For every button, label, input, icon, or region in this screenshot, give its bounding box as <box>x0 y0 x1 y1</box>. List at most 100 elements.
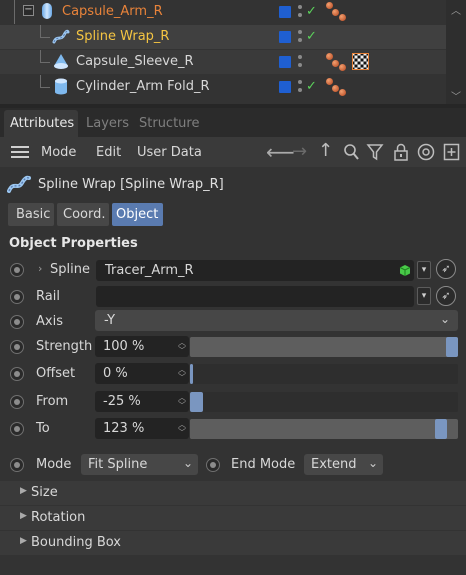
target-icon[interactable] <box>417 143 435 161</box>
enabled-check-icon[interactable]: ✓ <box>306 5 317 18</box>
menu-mode[interactable]: Mode <box>41 145 76 160</box>
material-tag-icon[interactable] <box>332 9 339 16</box>
visibility-editor-dot-icon[interactable] <box>298 30 302 34</box>
rail-dropdown-icon[interactable]: ▾ <box>417 287 431 305</box>
object-row-capsule-sleeve[interactable]: Capsule_Sleeve_R <box>0 50 446 74</box>
hamburger-menu-icon[interactable] <box>11 146 29 148</box>
material-tag-icon[interactable] <box>339 89 346 96</box>
animate-radio[interactable] <box>10 263 24 277</box>
visibility-render-dot-icon[interactable] <box>298 13 302 17</box>
object-row-spline-wrap[interactable]: Spline Wrap_R ✓ <box>0 25 446 49</box>
menu-edit[interactable]: Edit <box>96 145 121 160</box>
strength-input[interactable]: 100 % ︿ ﹀ <box>95 336 189 357</box>
lock-icon[interactable] <box>393 143 409 161</box>
chevron-down-icon: ⌄ <box>368 456 379 470</box>
pick-object-icon[interactable]: ➶ <box>436 259 456 279</box>
subtab-basic[interactable]: Basic <box>8 203 54 226</box>
animate-radio[interactable] <box>10 422 24 436</box>
arrow-right-icon[interactable]: → <box>292 143 307 161</box>
layer-color-icon[interactable] <box>279 81 291 93</box>
spin-down-icon[interactable]: ﹀ <box>178 402 186 410</box>
spin-up-icon[interactable]: ︿ <box>178 366 186 374</box>
spin-down-icon[interactable]: ﹀ <box>178 374 186 382</box>
mode-select[interactable]: Fit Spline ⌄ <box>81 454 198 475</box>
strength-slider-handle[interactable] <box>190 337 446 357</box>
end-mode-select[interactable]: Extend ⌄ <box>304 454 383 475</box>
arrow-up-icon[interactable]: ↑ <box>318 142 333 160</box>
material-tag-icon[interactable] <box>326 78 333 85</box>
spin-up-icon[interactable]: ︿ <box>178 394 186 402</box>
menu-user-data[interactable]: User Data <box>137 145 202 160</box>
subtab-object[interactable]: Object <box>112 203 163 226</box>
material-tag-icon[interactable] <box>332 85 339 92</box>
material-tag-icon[interactable] <box>339 64 346 71</box>
from-slider[interactable] <box>190 392 458 412</box>
to-slider[interactable] <box>190 419 458 439</box>
visibility-editor-dot-icon[interactable] <box>298 55 302 59</box>
layer-color-icon[interactable] <box>279 6 291 18</box>
material-tag-icon[interactable] <box>339 14 346 21</box>
texture-tag-icon[interactable] <box>352 53 369 70</box>
from-input[interactable]: -25 % ︿ ﹀ <box>95 391 189 412</box>
new-panel-icon[interactable] <box>443 143 460 161</box>
spin-down-icon[interactable]: ﹀ <box>178 347 186 355</box>
arrow-left-icon[interactable]: ⟵ <box>266 142 295 162</box>
animate-radio[interactable] <box>10 315 24 329</box>
group-bounding-box[interactable]: ▶ Bounding Box <box>0 531 466 555</box>
spline-dropdown-icon[interactable]: ▾ <box>417 261 431 279</box>
vertical-scrollbar[interactable]: ︿ ﹀ <box>446 0 466 104</box>
strength-slider-knob[interactable] <box>446 337 458 357</box>
to-slider-knob[interactable] <box>435 419 447 439</box>
param-label-to: To <box>36 421 50 436</box>
tree-line <box>40 50 41 62</box>
subtab-coord[interactable]: Coord. <box>57 203 109 226</box>
to-slider-handle[interactable] <box>190 419 435 439</box>
offset-input[interactable]: 0 % ︿ ﹀ <box>95 363 189 384</box>
visibility-render-dot-icon[interactable] <box>298 63 302 67</box>
material-tag-icon[interactable] <box>332 60 339 67</box>
expand-arrow-icon[interactable]: › <box>38 262 42 275</box>
visibility-render-dot-icon[interactable] <box>298 38 302 42</box>
strength-slider[interactable] <box>190 337 458 357</box>
axis-select[interactable]: -Y ⌄ <box>95 310 458 331</box>
rail-link-field[interactable] <box>96 286 414 307</box>
object-title: Spline Wrap [Spline Wrap_R] <box>38 177 224 192</box>
spline-link-field[interactable]: Tracer_Arm_R <box>96 260 414 281</box>
visibility-render-dot-icon[interactable] <box>298 88 302 92</box>
to-input[interactable]: 123 % ︿ ﹀ <box>95 418 189 439</box>
animate-radio[interactable] <box>10 458 24 472</box>
scroll-down-icon[interactable]: ﹀ <box>451 88 461 103</box>
enabled-check-icon[interactable]: ✓ <box>306 80 317 93</box>
animate-radio[interactable] <box>10 290 24 304</box>
tab-attributes[interactable]: Attributes <box>4 110 78 137</box>
to-value: 123 % <box>103 421 145 436</box>
collapse-toggle-icon[interactable]: − <box>23 5 34 16</box>
object-row-cylinder-arm-fold[interactable]: Cylinder_Arm Fold_R ✓ <box>0 75 446 99</box>
animate-radio[interactable] <box>10 395 24 409</box>
from-slider-handle[interactable] <box>190 392 203 412</box>
offset-slider[interactable] <box>190 364 458 384</box>
enabled-check-icon[interactable]: ✓ <box>306 30 317 43</box>
search-icon[interactable] <box>343 143 359 161</box>
material-tag-icon[interactable] <box>326 53 333 60</box>
visibility-editor-dot-icon[interactable] <box>298 80 302 84</box>
spin-up-icon[interactable]: ︿ <box>178 339 186 347</box>
param-label-spline: Spline <box>50 262 90 277</box>
object-row-capsule-arm[interactable]: − Capsule_Arm_R ✓ <box>0 0 446 24</box>
param-label-strength: Strength <box>36 339 93 354</box>
scroll-up-icon[interactable]: ︿ <box>451 2 461 17</box>
material-tag-icon[interactable] <box>326 2 333 9</box>
offset-slider-handle[interactable] <box>190 364 193 384</box>
visibility-editor-dot-icon[interactable] <box>298 5 302 9</box>
layer-color-icon[interactable] <box>279 56 291 68</box>
layer-color-icon[interactable] <box>279 31 291 43</box>
group-size[interactable]: ▶ Size <box>0 481 466 505</box>
pick-object-icon[interactable]: ➶ <box>436 286 456 306</box>
animate-radio[interactable] <box>206 458 220 472</box>
spin-up-icon[interactable]: ︿ <box>178 421 186 429</box>
filter-icon[interactable] <box>366 143 384 161</box>
spin-down-icon[interactable]: ﹀ <box>178 429 186 437</box>
animate-radio[interactable] <box>10 367 24 381</box>
group-rotation[interactable]: ▶ Rotation <box>0 506 466 530</box>
animate-radio[interactable] <box>10 340 24 354</box>
